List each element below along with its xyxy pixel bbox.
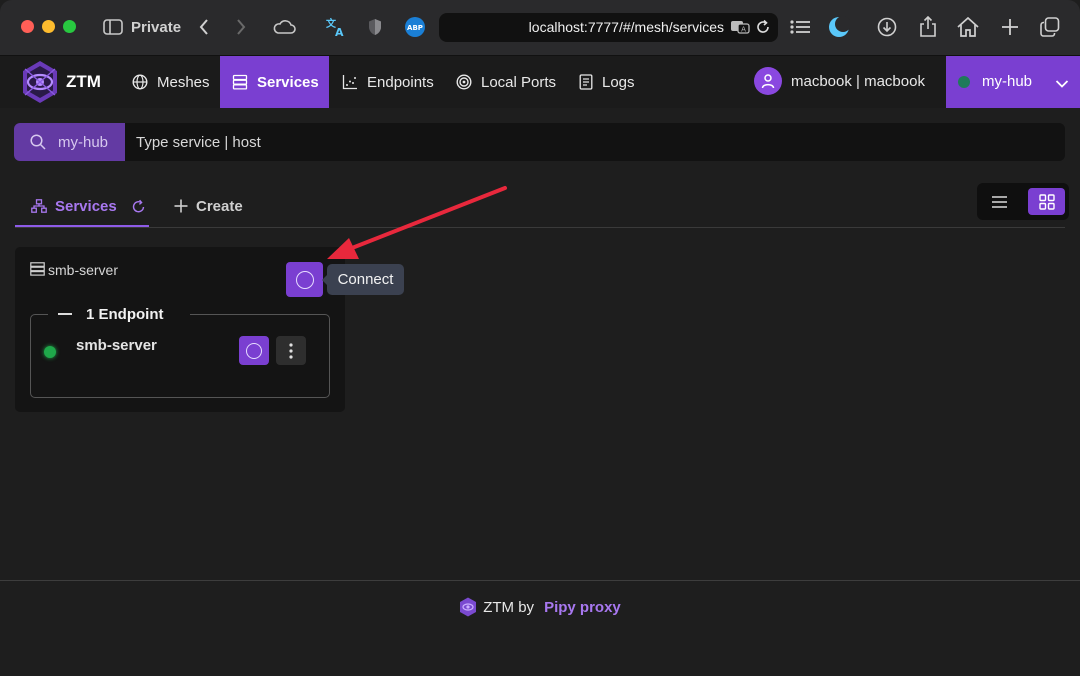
nav-logs-label: Logs xyxy=(602,73,635,91)
tab-divider xyxy=(15,227,1065,228)
connect-button[interactable] xyxy=(286,262,323,297)
reload-icon[interactable] xyxy=(755,19,771,40)
chevron-down-icon xyxy=(1055,76,1069,94)
grid-icon xyxy=(1038,193,1055,210)
hub-label: my-hub xyxy=(982,73,1033,90)
download-icon[interactable] xyxy=(877,14,897,40)
sitemap-icon xyxy=(31,199,47,213)
nav-meshes[interactable]: Meshes xyxy=(122,56,220,108)
dark-reader-icon[interactable] xyxy=(828,14,850,40)
target-icon xyxy=(456,74,472,90)
browser-toolbar: Private 文A ABP localhost:7777/#/mesh/ser… xyxy=(0,0,1080,56)
footer-divider xyxy=(0,580,1080,581)
server-icon xyxy=(30,262,45,281)
endpoints-legend-label: 1 Endpoint xyxy=(86,305,164,323)
nav-local-ports[interactable]: Local Ports xyxy=(446,56,566,108)
endpoint-name: smb-server xyxy=(76,337,157,354)
tab-create-label: Create xyxy=(196,197,243,215)
adblock-label: ABP xyxy=(407,24,423,32)
translate-icon[interactable]: 文A xyxy=(325,14,347,40)
footer-brand-link[interactable]: Pipy proxy xyxy=(544,599,621,616)
view-toggle xyxy=(977,183,1069,220)
reading-list-icon[interactable] xyxy=(789,14,811,40)
scatter-icon xyxy=(342,75,357,90)
footer: ZTM by Pipy proxy xyxy=(0,596,1080,618)
user-menu[interactable]: macbook | macbook xyxy=(754,67,925,95)
nav-services-label: Services xyxy=(257,73,319,91)
server-icon xyxy=(232,74,248,90)
close-window-button[interactable] xyxy=(21,20,34,33)
back-icon[interactable] xyxy=(196,14,212,40)
logo-text: ZTM xyxy=(66,72,101,91)
svg-text:A: A xyxy=(335,26,344,37)
search-icon xyxy=(30,134,46,150)
sidebar-toggle-icon[interactable] xyxy=(103,14,123,40)
document-icon xyxy=(579,74,593,90)
address-bar[interactable]: localhost:7777/#/mesh/services A xyxy=(439,13,778,42)
home-icon[interactable] xyxy=(957,14,979,40)
endpoint-status-dot xyxy=(44,346,56,358)
endpoint-more-button[interactable] xyxy=(276,336,306,365)
ztm-logo-icon[interactable] xyxy=(20,60,60,104)
tab-create[interactable]: Create xyxy=(174,186,243,226)
grid-view-button[interactable] xyxy=(1028,188,1065,215)
collapse-icon xyxy=(58,313,72,315)
nav-meshes-label: Meshes xyxy=(157,73,210,91)
shield-icon[interactable] xyxy=(367,14,383,40)
hub-selector[interactable]: my-hub xyxy=(946,56,1080,108)
tab-overview-icon[interactable] xyxy=(1040,14,1060,40)
service-title: smb-server xyxy=(48,262,119,278)
nav-services[interactable]: Services xyxy=(220,56,329,108)
endpoints-legend[interactable]: 1 Endpoint xyxy=(48,303,190,325)
nav-logs[interactable]: Logs xyxy=(569,56,645,108)
service-search: my-hub xyxy=(14,123,1065,161)
svg-text:A: A xyxy=(741,26,746,34)
globe-icon xyxy=(132,74,148,90)
tab-services[interactable]: Services xyxy=(31,186,146,226)
user-icon xyxy=(761,74,775,89)
icloud-icon[interactable] xyxy=(272,14,296,40)
list-view-button[interactable] xyxy=(981,188,1018,215)
circle-icon xyxy=(246,342,262,359)
plus-icon xyxy=(174,199,188,213)
nav-endpoints-label: Endpoints xyxy=(367,73,434,91)
connect-tooltip: Connect xyxy=(322,264,404,295)
circle-icon xyxy=(295,270,314,289)
forward-icon[interactable] xyxy=(233,14,249,40)
search-input[interactable] xyxy=(125,123,1065,161)
endpoint-connect-button[interactable] xyxy=(239,336,269,365)
minimize-window-button[interactable] xyxy=(42,20,55,33)
nav-local-ports-label: Local Ports xyxy=(481,73,557,91)
url-text: localhost:7777/#/mesh/services xyxy=(528,19,724,35)
private-label: Private xyxy=(131,18,182,36)
translate-page-icon[interactable]: A xyxy=(730,19,750,40)
search-hub-prefix[interactable]: my-hub xyxy=(14,123,125,161)
footer-prefix: ZTM by xyxy=(483,598,535,616)
user-label: macbook | macbook xyxy=(791,72,925,90)
new-tab-icon[interactable] xyxy=(1001,14,1019,40)
adblock-icon[interactable]: ABP xyxy=(404,14,426,40)
ztm-logo-icon xyxy=(460,597,477,617)
avatar xyxy=(754,67,782,95)
list-icon xyxy=(992,195,1007,208)
nav-endpoints[interactable]: Endpoints xyxy=(332,56,444,108)
maximize-window-button[interactable] xyxy=(63,20,76,33)
refresh-icon[interactable] xyxy=(131,199,146,214)
share-icon[interactable] xyxy=(918,14,938,40)
tab-services-label: Services xyxy=(55,197,117,215)
hub-status-dot xyxy=(958,76,970,88)
more-vertical-icon xyxy=(289,342,293,359)
search-hub-label: my-hub xyxy=(58,133,109,151)
